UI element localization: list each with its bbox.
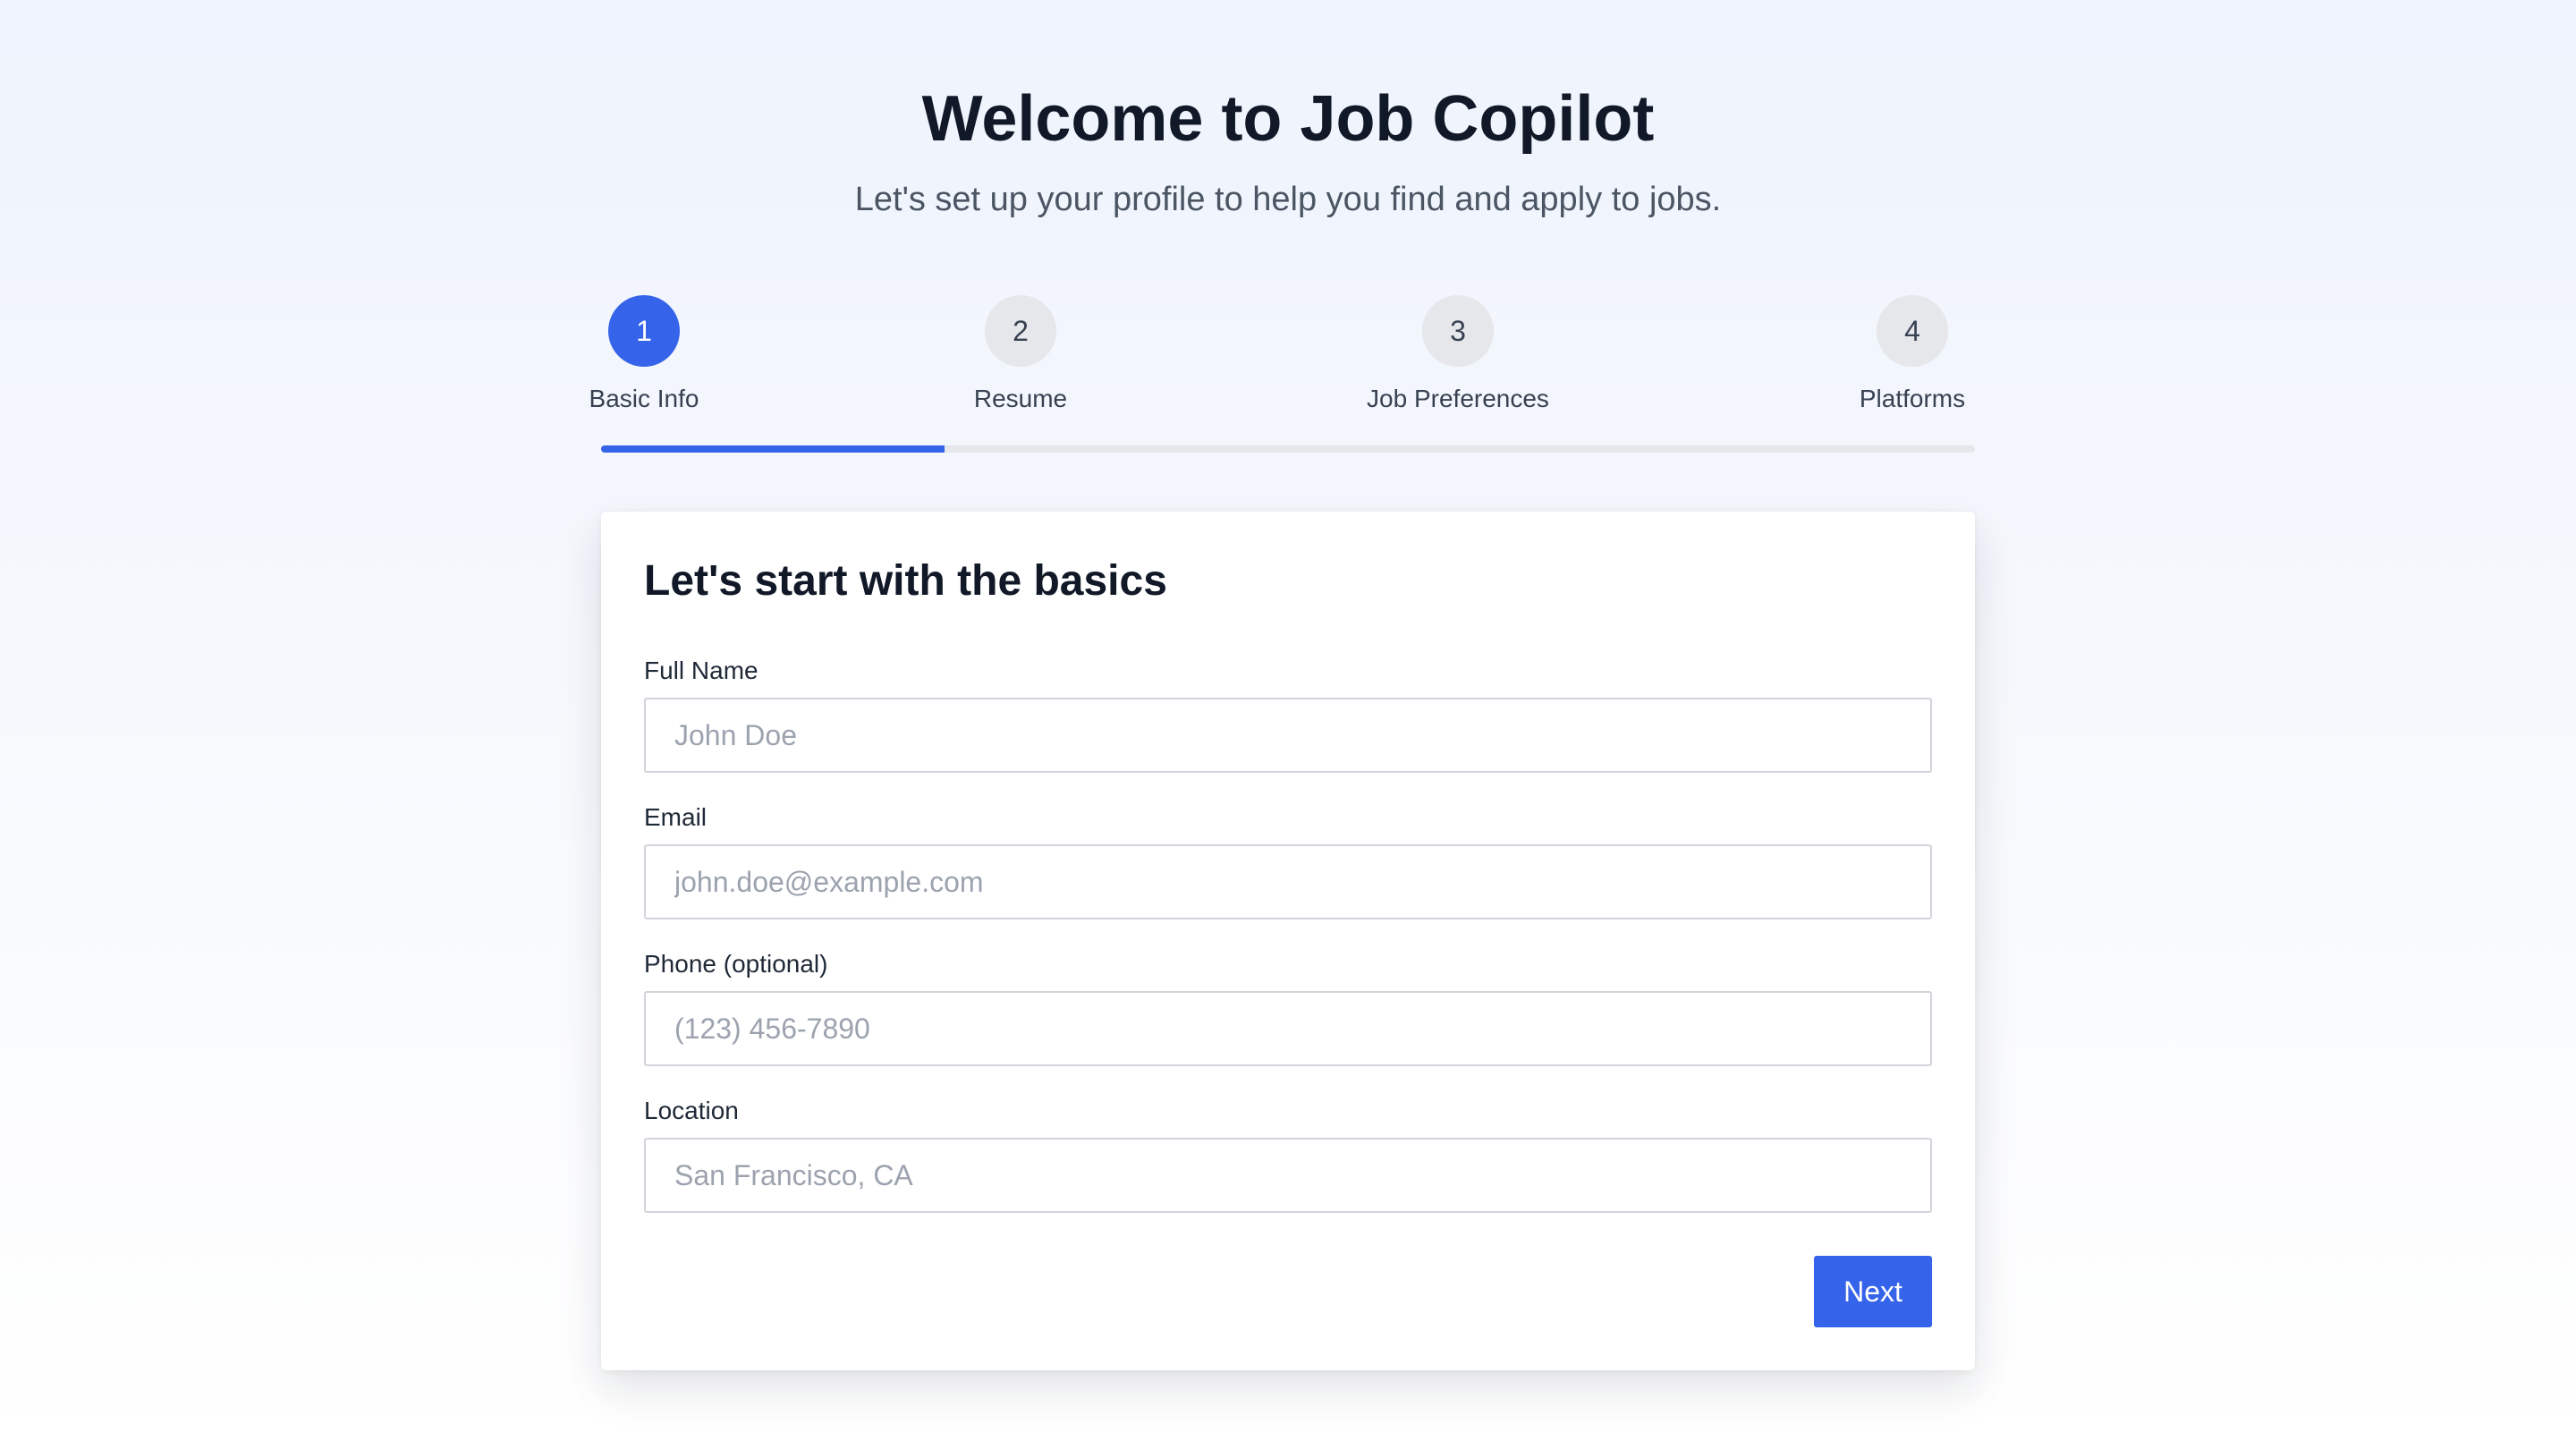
progress-bar xyxy=(601,445,1975,453)
email-label: Email xyxy=(644,803,708,831)
step-basic-info[interactable]: 1 Basic Info xyxy=(589,295,699,415)
page-subtitle: Let's set up your profile to help you fi… xyxy=(854,181,1722,218)
step-label: Basic Info xyxy=(589,385,699,412)
step-label: Resume xyxy=(973,385,1068,412)
phone-label: Phone (optional) xyxy=(644,950,828,978)
full-name-label: Full Name xyxy=(644,657,758,684)
step-platforms[interactable]: 4 Platforms xyxy=(1850,295,1975,415)
email-input[interactable] xyxy=(644,844,1932,919)
step-number: 4 xyxy=(1877,295,1948,367)
step-label: Job Preferences xyxy=(1367,385,1549,412)
step-job-preferences[interactable]: 3 Job Preferences xyxy=(1351,295,1565,415)
step-resume[interactable]: 2 Resume xyxy=(953,295,1088,415)
location-input[interactable] xyxy=(644,1138,1932,1213)
card-heading: Let's start with the basics xyxy=(644,557,1167,605)
step-number: 1 xyxy=(608,295,680,367)
next-button[interactable]: Next xyxy=(1814,1256,1932,1327)
full-name-input[interactable] xyxy=(644,698,1932,773)
step-number: 3 xyxy=(1422,295,1494,367)
step-number: 2 xyxy=(985,295,1056,367)
location-label: Location xyxy=(644,1097,739,1124)
basic-info-card: Let's start with the basics Full Name Em… xyxy=(601,512,1975,1370)
step-label: Platforms xyxy=(1859,385,1966,412)
phone-input[interactable] xyxy=(644,991,1932,1066)
page-title: Welcome to Job Copilot xyxy=(921,83,1655,155)
stepper: 1 Basic Info 2 Resume 3 Job Preferences … xyxy=(589,295,1975,456)
progress-bar-fill xyxy=(601,445,945,453)
